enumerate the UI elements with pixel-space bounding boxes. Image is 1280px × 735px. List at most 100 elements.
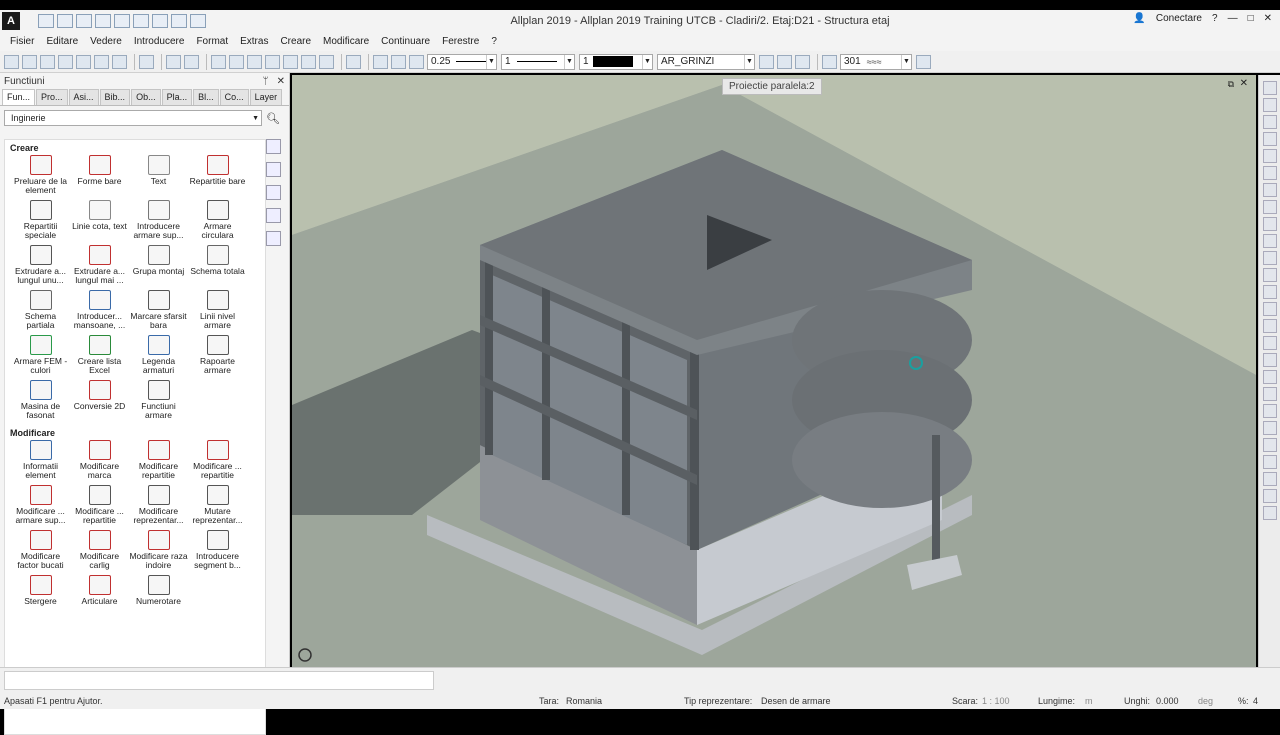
function-item[interactable]: Legenda armaturi: [129, 335, 188, 380]
line-type-select[interactable]: 1 ▼: [501, 53, 575, 70]
edit-tool-icon[interactable]: [1262, 353, 1277, 367]
color-select[interactable]: 1 ▼: [579, 53, 653, 70]
maximize-button[interactable]: □: [1248, 13, 1254, 24]
country-value[interactable]: Romania: [566, 696, 602, 706]
menu-modificare[interactable]: Modificare: [323, 36, 369, 47]
help-button[interactable]: ?: [1212, 13, 1218, 24]
copy-view-icon[interactable]: [283, 54, 298, 69]
grid-snap-icon[interactable]: [916, 54, 931, 69]
function-item[interactable]: Modificare raza indoire: [129, 530, 188, 575]
mirror-icon[interactable]: [1262, 166, 1277, 180]
collapse-icon[interactable]: [266, 162, 281, 177]
properties-icon[interactable]: [373, 54, 388, 69]
layer-settings-icon[interactable]: [795, 54, 810, 69]
view-icon[interactable]: [247, 54, 262, 69]
menu-introducere[interactable]: Introducere: [134, 36, 185, 47]
close-button[interactable]: ✕: [1264, 13, 1272, 24]
copy-tool-icon[interactable]: [1262, 200, 1277, 214]
refresh-icon[interactable]: [58, 54, 73, 69]
tab-blocks[interactable]: Bl...: [193, 89, 219, 105]
tab-library[interactable]: Bib...: [99, 89, 131, 105]
command-input[interactable]: [4, 671, 434, 690]
function-item[interactable]: Modificare carlig: [70, 530, 129, 575]
tab-objects[interactable]: Ob...: [131, 89, 161, 105]
function-item[interactable]: Introducere armare sup...: [129, 200, 188, 245]
function-item[interactable]: Marcare sfarsit bara: [129, 290, 188, 335]
function-item[interactable]: Articulare: [70, 575, 129, 620]
menu-creare[interactable]: Creare: [280, 36, 311, 47]
function-item[interactable]: Extrudare a... lungul unu...: [11, 245, 70, 290]
delete-tool-icon[interactable]: [1262, 336, 1277, 350]
function-item[interactable]: Introducere segment b...: [188, 530, 247, 575]
stack-icon[interactable]: [1262, 370, 1277, 384]
pick-icon[interactable]: [409, 54, 424, 69]
function-item[interactable]: Forme bare: [70, 155, 129, 200]
function-item[interactable]: Conversie 2D: [70, 380, 129, 425]
extend-icon[interactable]: [1262, 268, 1277, 282]
tab-plans[interactable]: Pla...: [161, 89, 193, 105]
function-item[interactable]: Linie cota, text: [70, 200, 129, 245]
function-item[interactable]: Rapoarte armare: [188, 335, 247, 380]
expand-icon[interactable]: [266, 139, 281, 154]
function-item[interactable]: Functiuni armare: [129, 380, 188, 425]
function-item[interactable]: Modificare marca: [70, 440, 129, 485]
filter-tool-icon[interactable]: [1262, 506, 1277, 520]
function-item[interactable]: Modificare reprezentar...: [129, 485, 188, 530]
section-header[interactable]: Creare: [5, 140, 265, 155]
new-icon[interactable]: [4, 54, 19, 69]
tab-properties[interactable]: Pro...: [36, 89, 68, 105]
section-header[interactable]: Modificare: [5, 425, 265, 440]
function-item[interactable]: Modificare ... repartitie: [188, 440, 247, 485]
length-unit[interactable]: m: [1085, 696, 1093, 706]
function-item[interactable]: Preluare de la element: [11, 155, 70, 200]
render-icon[interactable]: [301, 54, 316, 69]
percent-value[interactable]: 4: [1253, 696, 1258, 706]
menu-extras[interactable]: Extras: [240, 36, 268, 47]
function-item[interactable]: Grupa montaj: [129, 245, 188, 290]
angle-icon[interactable]: [1262, 387, 1277, 401]
minimize-button[interactable]: —: [1228, 13, 1238, 24]
export-icon[interactable]: [94, 54, 109, 69]
connect-button[interactable]: Conectare: [1156, 13, 1202, 24]
menu-continuare[interactable]: Continuare: [381, 36, 430, 47]
cube-icon[interactable]: [319, 54, 334, 69]
function-item[interactable]: Armare circulara: [188, 200, 247, 245]
redo-toolbar-icon[interactable]: [184, 54, 199, 69]
measure-icon[interactable]: [1262, 234, 1277, 248]
viewport-close-icon[interactable]: ✕: [1240, 78, 1248, 89]
pen-thickness-select[interactable]: 0.25 ▼: [427, 53, 497, 70]
tab-connect[interactable]: Co...: [219, 89, 249, 105]
brush-icon[interactable]: [1262, 149, 1277, 163]
panel-close-icon[interactable]: ✕: [277, 76, 285, 87]
function-item[interactable]: Modificare repartitie: [129, 440, 188, 485]
menu-fisier[interactable]: Fisier: [10, 36, 34, 47]
column-tool-icon[interactable]: [1262, 132, 1277, 146]
tab-layer[interactable]: Layer: [249, 89, 283, 105]
function-item[interactable]: Modificare ... repartitie: [70, 485, 129, 530]
layer-lock-icon[interactable]: [777, 54, 792, 69]
function-item[interactable]: Creare lista Excel: [70, 335, 129, 380]
options-icon[interactable]: [266, 231, 281, 246]
restore-view-icon[interactable]: ⧉: [1228, 79, 1234, 90]
function-item[interactable]: Schema partiala: [11, 290, 70, 335]
angle-value[interactable]: 0.000: [1156, 696, 1179, 706]
layer-tool-icon[interactable]: [1262, 319, 1277, 333]
function-item[interactable]: Text: [129, 155, 188, 200]
print-icon[interactable]: [112, 54, 127, 69]
pen-tool-icon[interactable]: [1262, 98, 1277, 112]
menu-editare[interactable]: Editare: [46, 36, 78, 47]
hatch-select[interactable]: 301 ≈≈≈ ▼: [840, 53, 912, 70]
tab-assistant[interactable]: Asi...: [68, 89, 99, 105]
open-icon[interactable]: [22, 54, 37, 69]
hatch-icon[interactable]: [822, 54, 837, 69]
pen-icon[interactable]: [391, 54, 406, 69]
function-item[interactable]: Modificare ... armare sup...: [11, 485, 70, 530]
copy-icon[interactable]: [40, 54, 55, 69]
function-item[interactable]: Modificare factor bucati: [11, 530, 70, 575]
function-item[interactable]: Stergere: [11, 575, 70, 620]
filter-icon[interactable]: [266, 208, 281, 223]
trim-icon[interactable]: [1262, 251, 1277, 265]
function-item[interactable]: Masina de fasonat: [11, 380, 70, 425]
function-item[interactable]: Informatii element: [11, 440, 70, 485]
ungroup-icon[interactable]: [1262, 302, 1277, 316]
